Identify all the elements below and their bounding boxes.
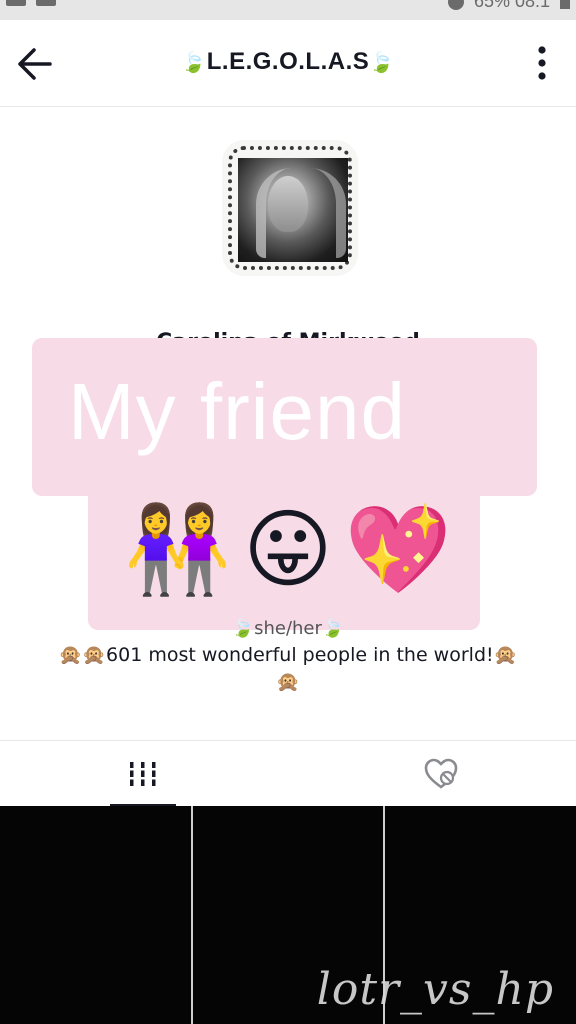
profile-tabs <box>0 740 576 807</box>
leaf-icon: 🍃 <box>369 52 395 74</box>
leaf-icon: 🍃 <box>181 52 207 74</box>
gallery-icon <box>6 0 26 6</box>
app-status-icon <box>447 0 464 10</box>
status-bar: 65% 08:1 <box>0 0 576 20</box>
profile-header: 🍃L.E.G.O.L.A.S🍃 <box>0 20 576 107</box>
tongue-face-emoji: 😛 <box>243 500 333 600</box>
sparkling-heart-emoji: 💖 <box>344 500 452 600</box>
tab-liked[interactable] <box>408 741 474 807</box>
more-options-button[interactable] <box>522 42 562 84</box>
username-title: L.E.G.O.L.A.S <box>206 48 370 75</box>
avatar[interactable] <box>222 140 358 276</box>
status-right: 65% 08:1 <box>447 0 570 12</box>
heart-hidden-icon <box>424 758 458 789</box>
status-text: 65% 08:1 <box>473 0 550 11</box>
page-title: 🍃L.E.G.O.L.A.S🍃 <box>0 48 576 76</box>
avatar-face <box>268 176 308 232</box>
bio-line-2: 🙊 <box>276 671 300 693</box>
more-vertical-icon <box>538 46 546 80</box>
watermark: lotr_vs_hp <box>316 964 554 1015</box>
bio-text: 🙊🙊601 most wonderful people in the world… <box>40 642 536 696</box>
battery-icon <box>560 0 570 9</box>
caption-emojis: 👭 😛 💖 <box>124 495 454 605</box>
video-thumbnail[interactable] <box>0 806 191 1024</box>
caption-text: My friend <box>68 367 406 456</box>
avatar-photo <box>238 158 348 262</box>
status-left-icons <box>6 0 56 6</box>
bio-line: 🙊🙊601 most wonderful people in the world… <box>58 644 518 666</box>
pronouns: 🍃she/her🍃 <box>231 618 345 638</box>
two-women-emoji: 👭 <box>124 500 232 600</box>
notification-icon <box>36 0 56 6</box>
grid-bars-icon <box>128 762 158 786</box>
tab-videos[interactable] <box>110 741 176 807</box>
